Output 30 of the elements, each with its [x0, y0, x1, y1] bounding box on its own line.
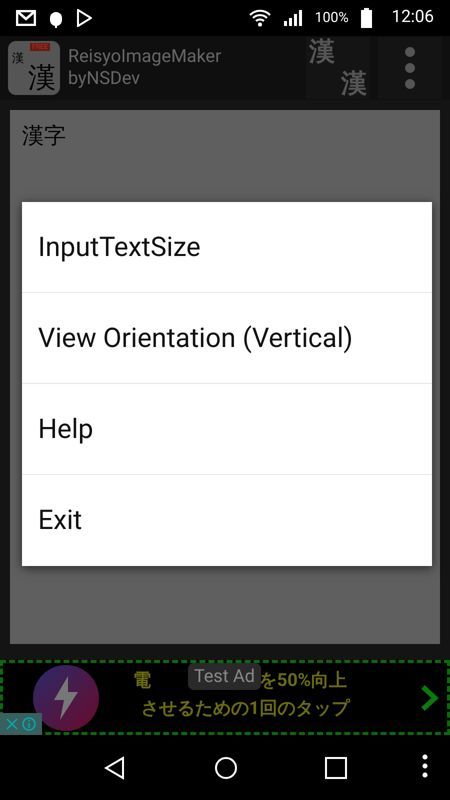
clock: 12:06	[392, 6, 434, 30]
test-ad-badge: Test Ad	[188, 663, 261, 690]
field-value: 漢字	[22, 124, 66, 149]
more-icon[interactable]	[422, 754, 428, 778]
app-title: ReisyoImageMaker	[68, 46, 222, 68]
recents-icon[interactable]	[324, 756, 347, 778]
wifi-icon	[248, 9, 271, 27]
mail-icon	[16, 10, 36, 26]
ad-text: させるための1回のタップ	[141, 697, 350, 721]
info-icon	[22, 717, 36, 731]
text-field[interactable]: 漢字 InputTextSize View Orientation (Vertical) Help Exit	[10, 110, 440, 644]
ad-choices-button[interactable]	[0, 713, 42, 735]
more-icon	[404, 46, 416, 90]
app-subtitle: byNSDev	[68, 68, 142, 90]
ad-banner[interactable]: 電 Test Ad を50%向上 させるための1回のタップ	[0, 660, 450, 735]
battery-text: 100%	[314, 8, 349, 28]
menu-item[interactable]: Help	[22, 384, 432, 475]
ad-text: を50%向上	[259, 669, 347, 693]
overflow-menu-button[interactable]	[378, 37, 442, 99]
close-icon	[6, 718, 18, 730]
home-icon[interactable]	[214, 756, 238, 780]
play-icon	[76, 9, 92, 27]
menu-item[interactable]: Exit	[22, 475, 432, 566]
menu-item[interactable]: View Orientation (Vertical)	[22, 293, 432, 384]
chevron-right-icon	[419, 685, 439, 711]
menu-item[interactable]: InputTextSize	[22, 202, 432, 293]
battery-icon	[360, 8, 372, 28]
signal-icon	[282, 9, 303, 27]
ad-text: 電	[133, 669, 151, 693]
ad-logo-icon	[33, 665, 99, 731]
